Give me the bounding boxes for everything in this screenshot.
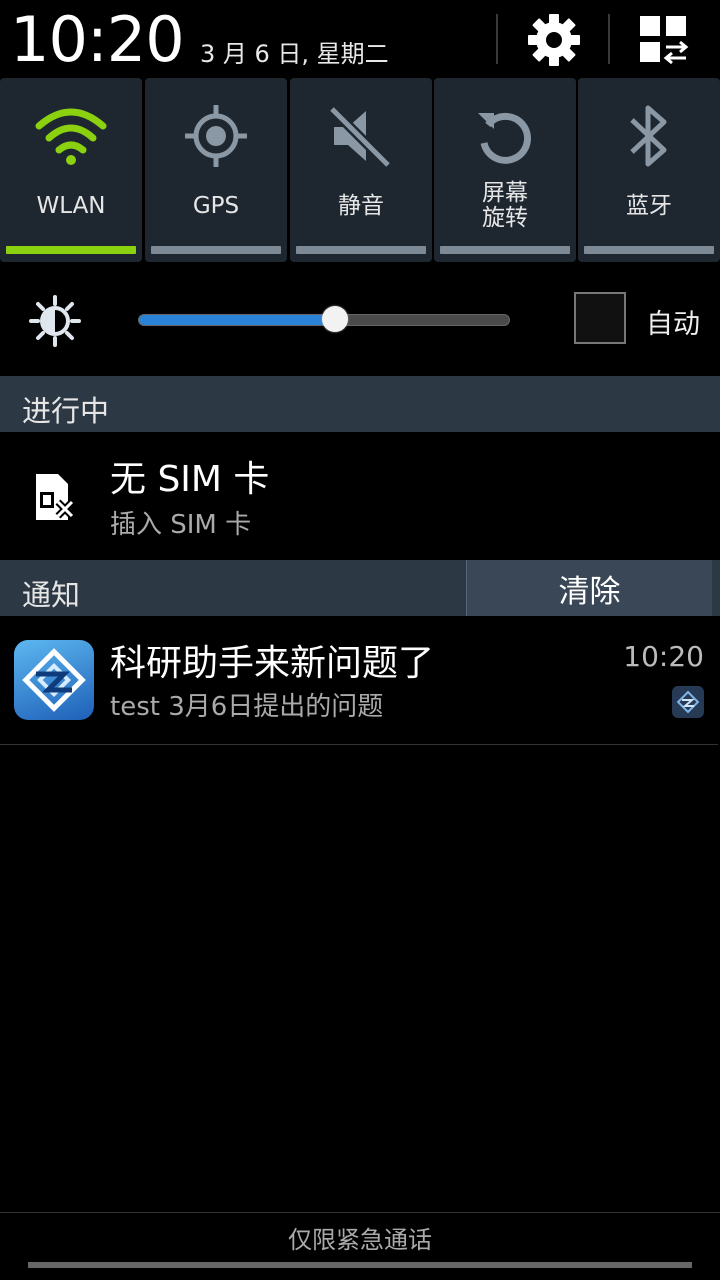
toggle-label: WLAN	[36, 192, 106, 219]
date: 3 月 6 日, 星期二	[200, 40, 389, 68]
notification-title: 科研助手来新问题了	[110, 643, 435, 684]
notification-divider	[0, 744, 718, 745]
section-title: 进行中	[22, 394, 110, 428]
auto-brightness-label: 自动	[646, 309, 700, 340]
toggle-indicator	[296, 246, 426, 254]
bluetooth-icon	[630, 105, 667, 167]
toggle-indicator	[440, 246, 570, 254]
wifi-icon	[35, 108, 107, 165]
mute-icon	[328, 105, 392, 169]
brightness-thumb[interactable]	[322, 306, 349, 332]
emergency-calls-label: 仅限紧急通话	[288, 1226, 432, 1254]
no-sim-notification[interactable]: 无 SIM 卡 插入 SIM 卡	[0, 432, 720, 560]
clear-button[interactable]: 清除	[466, 560, 712, 616]
status-header: 10:20 3 月 6 日, 星期二	[0, 0, 720, 76]
clock: 10:20	[10, 3, 185, 76]
section-title: 通知	[22, 578, 81, 612]
toggle-indicator	[151, 246, 281, 254]
app-icon	[14, 640, 94, 720]
toggle-label: 静音	[338, 192, 384, 219]
app-small-icon	[672, 686, 704, 718]
toggle-gps[interactable]: GPS	[145, 78, 287, 262]
notification-item[interactable]: 科研助手来新问题了 test 3月6日提出的问题 10:20	[0, 618, 720, 746]
panel-drag-handle[interactable]	[28, 1262, 692, 1268]
toggle-view-button[interactable]	[632, 10, 696, 70]
notification-title: 无 SIM 卡	[110, 459, 270, 500]
toggle-bluetooth[interactable]: 蓝牙	[578, 78, 720, 262]
brightness-icon	[29, 295, 81, 347]
toggle-indicator	[584, 246, 714, 254]
toggle-label: 屏幕 旋转	[482, 180, 528, 231]
no-sim-icon	[36, 474, 75, 520]
settings-button[interactable]	[522, 10, 586, 70]
brightness-fill	[139, 315, 336, 325]
brightness-row: 自动	[0, 262, 720, 376]
auto-brightness-checkbox[interactable]	[574, 292, 626, 344]
rotate-icon	[478, 112, 531, 164]
header-divider	[608, 14, 610, 64]
quick-toggles: WLAN GPS 静音 屏幕 旋转 蓝牙	[0, 78, 720, 262]
gps-icon	[185, 105, 247, 167]
toggle-wlan[interactable]: WLAN	[0, 78, 142, 262]
footer-divider	[0, 1212, 720, 1213]
notification-subtitle: 插入 SIM 卡	[110, 510, 252, 540]
ongoing-section-header: 进行中	[0, 376, 720, 432]
notification-time: 10:20	[623, 640, 704, 673]
notifications-section-header: 通知 清除	[0, 560, 720, 616]
toggle-label: 蓝牙	[626, 192, 672, 219]
toggle-rotation[interactable]: 屏幕 旋转	[434, 78, 576, 262]
gear-icon	[528, 14, 580, 66]
notification-subtitle: test 3月6日提出的问题	[110, 692, 384, 722]
toggle-indicator	[6, 246, 136, 254]
grid-switch-icon	[640, 16, 689, 65]
toggle-mute[interactable]: 静音	[290, 78, 432, 262]
header-divider	[496, 14, 498, 64]
toggle-label: GPS	[192, 192, 240, 219]
